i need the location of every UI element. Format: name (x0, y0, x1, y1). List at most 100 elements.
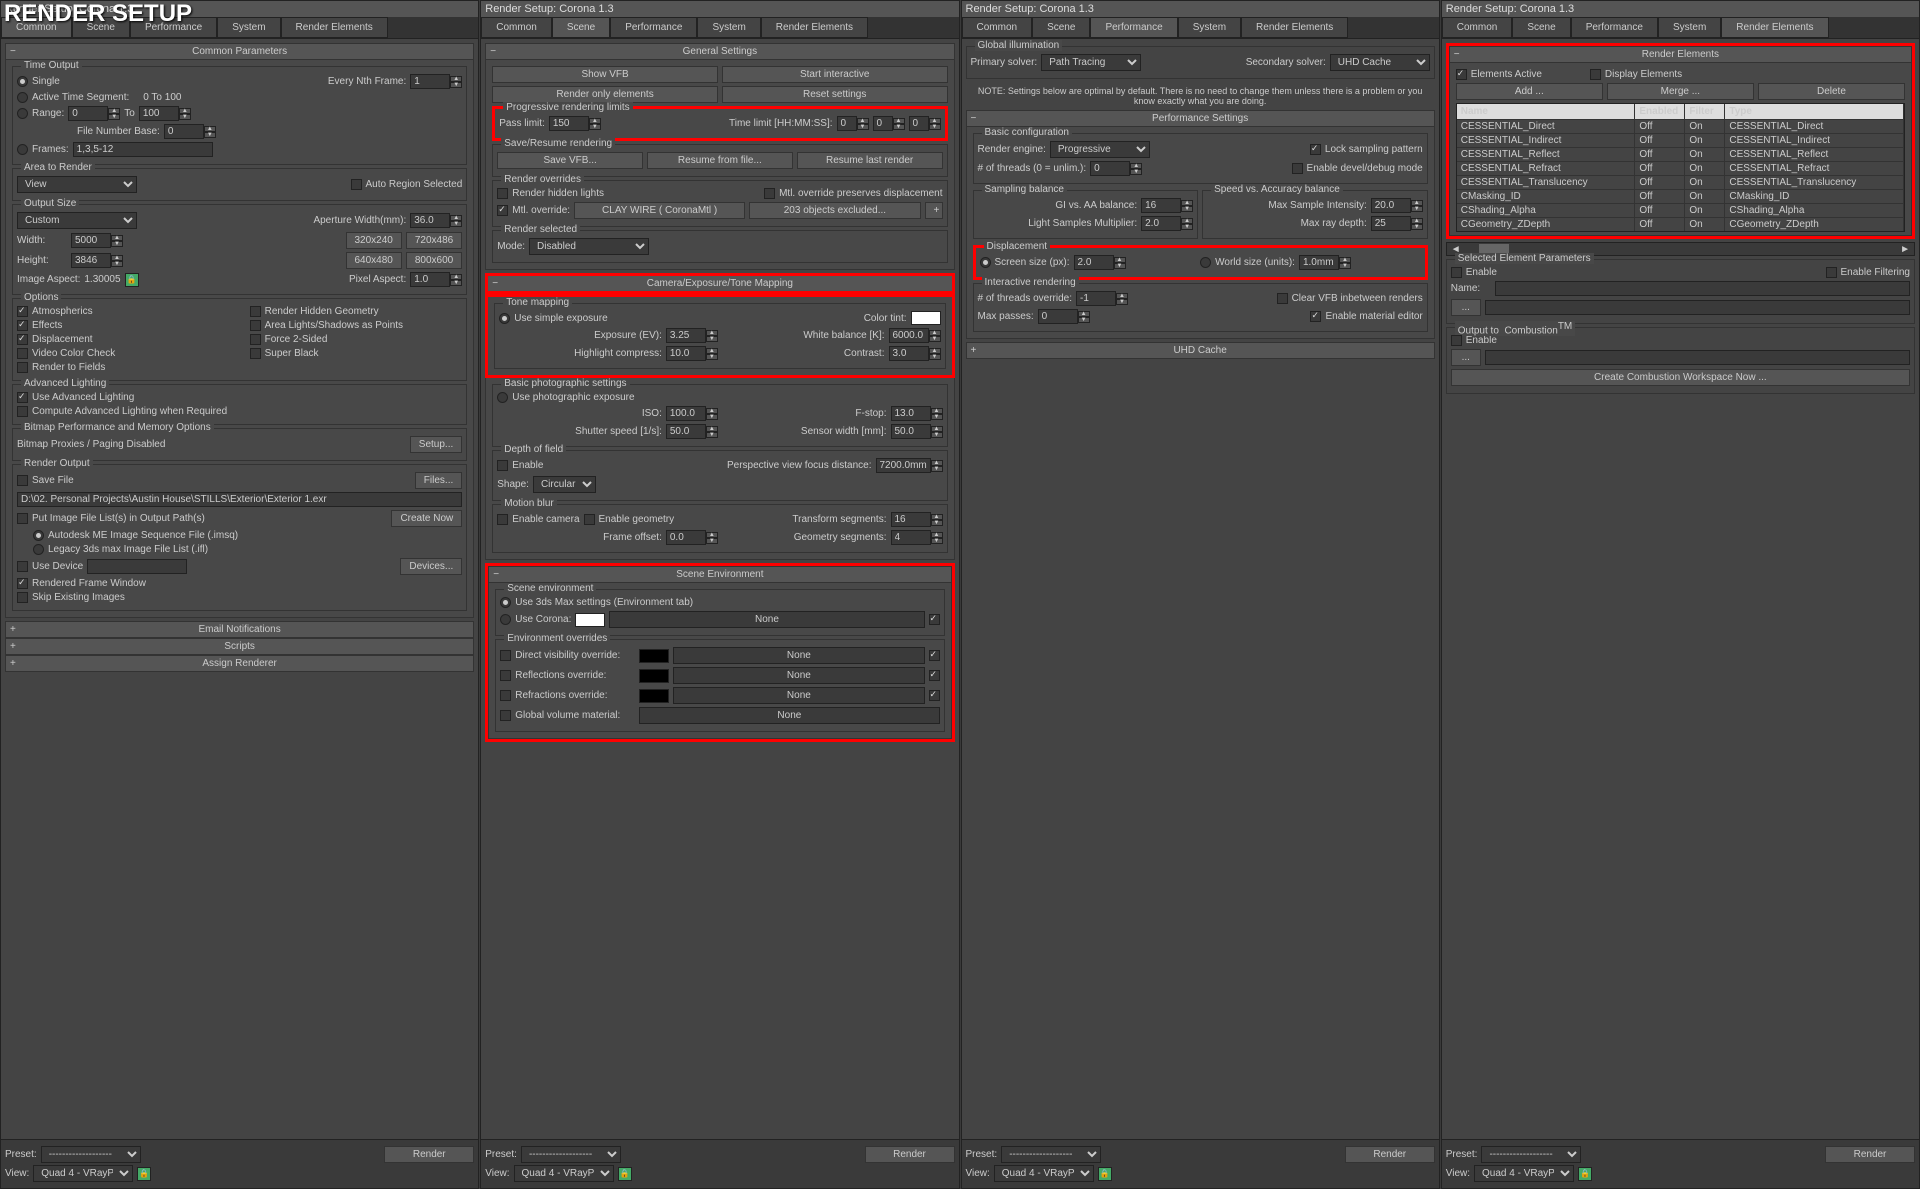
table-row[interactable]: CESSENTIAL_TranslucencyOffOnCESSENTIAL_T… (1457, 175, 1904, 189)
msi-input[interactable] (1371, 198, 1411, 213)
create-now-button[interactable]: Create Now (391, 510, 462, 527)
tab-system[interactable]: System (1178, 17, 1241, 38)
view-select[interactable]: Quad 4 - VRayPhysic… (1474, 1165, 1574, 1182)
rollout-scene-env[interactable]: −Scene Environment (488, 566, 951, 583)
corona-swatch[interactable] (575, 613, 605, 627)
radio-photo[interactable] (497, 392, 508, 403)
sel-enable-check[interactable] (1451, 267, 1462, 278)
threads-input[interactable] (1090, 161, 1130, 176)
view-select[interactable]: Quad 4 - VRayPhysic… (514, 1165, 614, 1182)
skip-check[interactable] (17, 592, 28, 603)
scroll-right-icon[interactable]: ► (1900, 244, 1910, 255)
save-vfb-button[interactable]: Save VFB... (497, 152, 643, 169)
tab-system[interactable]: System (217, 17, 280, 38)
col-type[interactable]: Type (1725, 104, 1904, 119)
refr-map[interactable]: None (673, 687, 924, 704)
show-vfb-button[interactable]: Show VFB (492, 66, 718, 83)
rhg-check[interactable] (250, 306, 261, 317)
preset-320[interactable]: 320x240 (346, 232, 402, 249)
col-name[interactable]: Name (1457, 104, 1636, 119)
lock-icon[interactable]: 🔒 (618, 1167, 632, 1181)
tab-scene[interactable]: Scene (1512, 17, 1570, 38)
render-only-button[interactable]: Render only elements (492, 86, 718, 103)
device-input[interactable] (87, 559, 187, 574)
comb-path-input[interactable] (1485, 350, 1910, 365)
output-path[interactable] (17, 492, 462, 507)
radio-simple[interactable] (499, 313, 510, 324)
rollout-scripts[interactable]: +Scripts (5, 638, 474, 655)
refl-check[interactable] (500, 670, 511, 681)
debug-check[interactable] (1292, 163, 1303, 174)
height-input[interactable] (71, 253, 111, 268)
view-select[interactable]: Quad 4 - VRayPhysic… (33, 1165, 133, 1182)
rollout-assign[interactable]: +Assign Renderer (5, 655, 474, 672)
en-cam-check[interactable] (497, 514, 508, 525)
put-img-check[interactable] (17, 513, 28, 524)
rfw-check[interactable] (17, 578, 28, 589)
secondary-select[interactable]: UHD Cache (1330, 54, 1430, 71)
tab-render-elements[interactable]: Render Elements (1721, 17, 1828, 38)
reset-button[interactable]: Reset settings (722, 86, 948, 103)
rtf-check[interactable] (17, 362, 28, 373)
gi-aa-input[interactable] (1141, 198, 1181, 213)
dof-enable-check[interactable] (497, 460, 508, 471)
effects-check[interactable] (17, 320, 28, 331)
col-enabled[interactable]: Enabled (1635, 104, 1685, 119)
hidden-lights-check[interactable] (497, 188, 508, 199)
corona-map-check[interactable] (929, 614, 940, 625)
fnb-input[interactable] (164, 124, 204, 139)
refl-swatch[interactable] (639, 669, 669, 683)
sel-filter-check[interactable] (1826, 267, 1837, 278)
mrd-input[interactable] (1371, 216, 1411, 231)
clay-slot[interactable]: CLAY WIRE ( CoronaMtl ) (574, 202, 745, 219)
en-geo-check[interactable] (584, 514, 595, 525)
render-button[interactable]: Render (865, 1146, 955, 1163)
rollout-perf[interactable]: −Performance Settings (966, 110, 1435, 127)
delete-button[interactable]: Delete (1758, 83, 1905, 100)
comb-path-button[interactable]: ... (1451, 349, 1481, 366)
sel-path-input[interactable] (1485, 300, 1910, 315)
direct-vis-check[interactable] (500, 650, 511, 661)
tab-system[interactable]: System (1658, 17, 1721, 38)
exclude-button[interactable]: 203 objects excluded... (749, 202, 920, 219)
wb-input[interactable] (889, 328, 929, 343)
radio-legacy[interactable] (33, 544, 44, 555)
lock-check[interactable] (1310, 144, 1321, 155)
tab-system[interactable]: System (697, 17, 760, 38)
lock-icon[interactable]: 🔒 (137, 1167, 151, 1181)
tab-performance[interactable]: Performance (1090, 17, 1177, 38)
files-button[interactable]: Files... (415, 472, 462, 489)
refr-swatch[interactable] (639, 689, 669, 703)
setup-button[interactable]: Setup... (410, 436, 462, 453)
exposure-input[interactable] (666, 328, 706, 343)
use-adv-check[interactable] (17, 392, 28, 403)
auto-region-check[interactable] (351, 179, 362, 190)
table-row[interactable]: CMasking_IDOffOnCMasking_ID (1457, 189, 1904, 203)
merge-button[interactable]: Merge ... (1607, 83, 1754, 100)
tab-common[interactable]: Common (481, 17, 552, 38)
tab-performance[interactable]: Performance (610, 17, 697, 38)
start-interactive-button[interactable]: Start interactive (722, 66, 948, 83)
render-button[interactable]: Render (1825, 1146, 1915, 1163)
pass-limit-input[interactable] (549, 116, 589, 131)
lock-icon[interactable]: 🔒 (125, 273, 139, 287)
rollout-common-params[interactable]: −Common Parameters (5, 43, 474, 60)
preset-select[interactable]: ------------------- (1481, 1146, 1581, 1163)
sel-name-input[interactable] (1495, 281, 1910, 296)
elem-active-check[interactable] (1456, 69, 1467, 80)
en-mat-check[interactable] (1310, 311, 1321, 322)
alsp-check[interactable] (250, 320, 261, 331)
glob-vol-check[interactable] (500, 710, 511, 721)
view-select[interactable]: Quad 4 - VRayPhysic… (994, 1165, 1094, 1182)
table-row[interactable]: CShading_AlphaOffOnCShading_Alpha (1457, 203, 1904, 217)
preset-720[interactable]: 720x486 (406, 232, 462, 249)
radio-range[interactable] (17, 108, 28, 119)
table-row[interactable]: CESSENTIAL_IndirectOffOnCESSENTIAL_Indir… (1457, 133, 1904, 147)
radio-active[interactable] (17, 92, 28, 103)
disp-elem-check[interactable] (1590, 69, 1601, 80)
preset-640[interactable]: 640x480 (346, 252, 402, 269)
vcc-check[interactable] (17, 348, 28, 359)
threads-over-input[interactable] (1076, 291, 1116, 306)
sel-path-button[interactable]: ... (1451, 299, 1481, 316)
radio-use-corona[interactable] (500, 614, 511, 625)
